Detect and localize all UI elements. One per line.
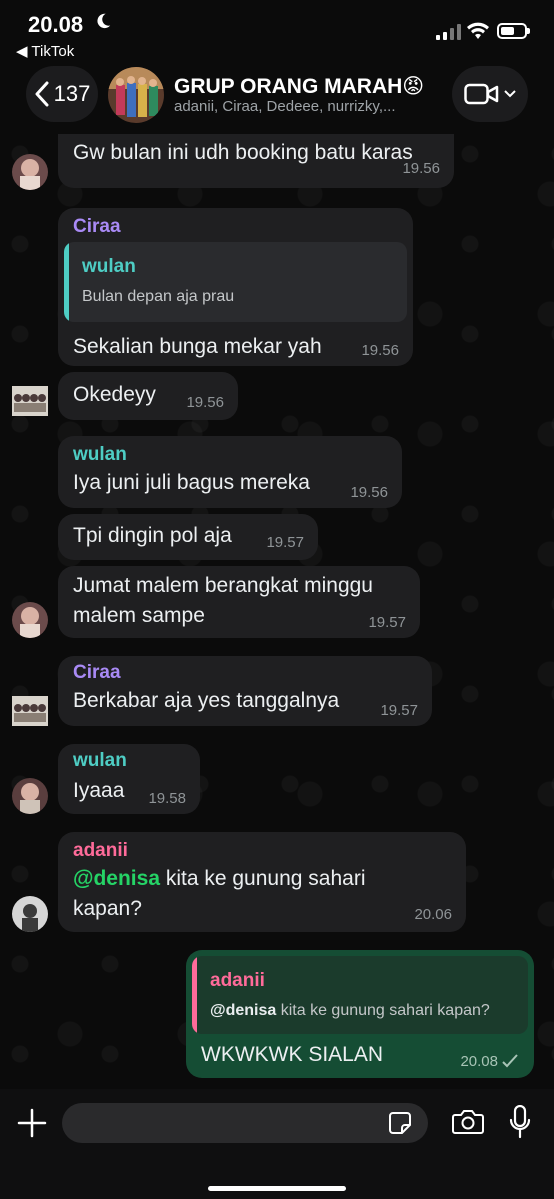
- message-time: 19.56: [361, 342, 399, 359]
- sender-name[interactable]: wulan: [73, 444, 127, 466]
- message-time: 19.57: [380, 702, 418, 719]
- message-bubble[interactable]: adanii @denisa kita ke gunung sahari kap…: [58, 832, 466, 932]
- group-name[interactable]: GRUP ORANG MARAH😡: [174, 74, 424, 99]
- status-time: 20.08: [28, 12, 84, 37]
- mention-link[interactable]: @denisa: [73, 867, 160, 890]
- avatar[interactable]: [12, 386, 48, 416]
- avatar[interactable]: [12, 778, 48, 814]
- message-bubble[interactable]: Jumat malem berangkat minggu malem sampe…: [58, 566, 420, 638]
- quoted-sender: wulan: [82, 256, 136, 277]
- sender-name[interactable]: Ciraa: [73, 216, 121, 238]
- quoted-message[interactable]: adanii @denisa kita ke gunung sahari kap…: [192, 956, 528, 1034]
- avatar[interactable]: [12, 896, 48, 932]
- quoted-text: @denisa kita ke gunung sahari kapan?: [210, 1002, 490, 1019]
- message-bubble[interactable]: Ciraa wulan Bulan depan aja prau Sekalia…: [58, 208, 413, 366]
- message-text: Sekalian bunga mekar yah: [73, 335, 322, 358]
- chevron-left-icon: [35, 81, 49, 107]
- status-bar: 20.08 ◀ TikTok: [0, 0, 554, 62]
- message-text: Iyaaa: [73, 779, 125, 802]
- message-list[interactable]: Gw bulan ini udh booking batu karas 19.5…: [0, 134, 554, 1089]
- wifi-icon: [467, 22, 489, 39]
- message-time: 20.06: [414, 906, 452, 923]
- message-time: 19.58: [148, 790, 186, 807]
- message-time: 19.57: [368, 614, 406, 631]
- message-time: 19.56: [402, 160, 440, 177]
- quoted-message[interactable]: wulan Bulan depan aja prau: [64, 242, 407, 322]
- message-bubble[interactable]: wulan Iyaaa 19.58: [58, 744, 200, 814]
- message-text-line: @denisa kita ke gunung sahari: [73, 864, 365, 893]
- back-button[interactable]: 137: [26, 66, 98, 122]
- video-call-button[interactable]: [452, 66, 528, 122]
- moon-icon: [97, 13, 111, 29]
- signal-icon: [436, 24, 461, 40]
- quoted-sender: adanii: [210, 970, 265, 991]
- message-bubble[interactable]: Tpi dingin pol aja 19.57: [58, 514, 318, 560]
- message-time: 19.56: [186, 394, 224, 411]
- chat-header: 137 GRUP ORANG MARAH😡 adanii, Ciraa, Ded…: [0, 62, 554, 134]
- message-text: kita ke gunung sahari: [160, 867, 366, 890]
- message-text: Iya juni juli bagus mereka: [73, 471, 310, 494]
- group-members[interactable]: adanii, Ciraa, Dedeee, nurrizky,...: [174, 98, 396, 115]
- message-time: 20.08: [460, 1053, 498, 1070]
- message-bubble[interactable]: wulan Iya juni juli bagus mereka 19.56: [58, 436, 402, 508]
- avatar[interactable]: [12, 154, 48, 190]
- message-text: Okedeyy: [73, 383, 156, 406]
- chevron-down-icon: [504, 90, 516, 98]
- sender-name[interactable]: wulan: [73, 750, 127, 772]
- battery-icon: [497, 23, 530, 39]
- plus-icon[interactable]: [16, 1107, 48, 1139]
- message-text-line: Jumat malem berangkat minggu: [73, 574, 373, 597]
- message-text-line: malem sampe: [73, 604, 205, 627]
- message-text: Gw bulan ini udh booking batu karas: [73, 141, 413, 164]
- sender-name[interactable]: Ciraa: [73, 662, 121, 684]
- microphone-icon[interactable]: [508, 1105, 532, 1139]
- back-to-app-link[interactable]: ◀ TikTok: [16, 42, 74, 60]
- video-call-icon: [464, 83, 499, 105]
- message-bubble[interactable]: Ciraa Berkabar aja yes tanggalnya 19.57: [58, 656, 432, 726]
- sticker-icon[interactable]: [388, 1111, 412, 1135]
- message-text: WKWKWK SIALAN: [201, 1043, 384, 1066]
- avatar[interactable]: [12, 602, 48, 638]
- message-text: Berkabar aja yes tanggalnya: [73, 689, 340, 712]
- message-time: 19.57: [266, 534, 304, 551]
- home-indicator: [208, 1186, 346, 1191]
- message-input[interactable]: [62, 1103, 428, 1143]
- message-bubble[interactable]: Gw bulan ini udh booking batu karas 19.5…: [58, 134, 454, 188]
- message-bubble[interactable]: Okedeyy 19.56: [58, 372, 238, 420]
- sender-name[interactable]: adanii: [73, 840, 128, 862]
- unread-count: 137: [53, 81, 91, 106]
- read-check-icon: [502, 1054, 518, 1068]
- avatar[interactable]: [12, 696, 48, 726]
- message-time: 19.56: [350, 484, 388, 501]
- message-text-line: kapan?: [73, 897, 142, 920]
- group-avatar[interactable]: [108, 67, 164, 123]
- quoted-text: Bulan depan aja prau: [82, 288, 235, 305]
- camera-icon[interactable]: [452, 1109, 484, 1135]
- quoted-mention: @denisa: [210, 1002, 277, 1019]
- message-text: Tpi dingin pol aja: [73, 524, 232, 547]
- message-composer: [0, 1089, 554, 1199]
- outgoing-message-bubble[interactable]: adanii @denisa kita ke gunung sahari kap…: [186, 950, 534, 1078]
